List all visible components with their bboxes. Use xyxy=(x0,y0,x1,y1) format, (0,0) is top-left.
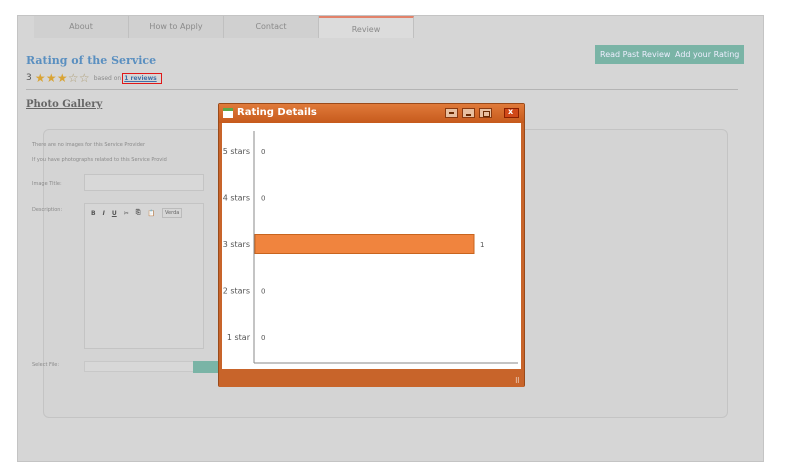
tab-about[interactable]: About xyxy=(34,16,129,38)
rating-title: Rating of the Service xyxy=(26,54,157,67)
star-empty-icon: ☆ xyxy=(78,71,90,85)
tab-bar: About How to Apply Contact Review xyxy=(34,16,414,38)
dialog-titlebar[interactable]: Rating Details xyxy=(219,104,524,123)
category-label: 1 star xyxy=(227,333,251,342)
image-title-label: Image Title: xyxy=(32,181,62,187)
category-label: 5 stars xyxy=(223,147,250,156)
value-label: 1 xyxy=(480,241,484,249)
rating-summary: 3 ★ ★ ★ ☆ ☆ based on 1 reviews xyxy=(26,71,162,85)
value-label: 0 xyxy=(261,287,265,295)
editor-toolbar: B I U ✂ ⎘ 📋 Verda xyxy=(85,204,203,222)
based-on-label: based on xyxy=(93,74,122,82)
category-label: 2 stars xyxy=(223,286,250,295)
tab-how-to-apply[interactable]: How to Apply xyxy=(129,16,224,38)
description-label: Description: xyxy=(32,207,63,213)
rating-value: 3 xyxy=(26,73,32,83)
bar[interactable] xyxy=(254,234,475,254)
italic-button[interactable]: I xyxy=(103,210,105,217)
dialog-footer: ⠿ xyxy=(219,369,524,387)
paste-icon[interactable]: 📋 xyxy=(148,210,155,217)
tab-review[interactable]: Review xyxy=(319,16,414,38)
cut-icon[interactable]: ✂ xyxy=(124,210,129,217)
rating-details-dialog: Rating Details 5 stars 0 4 stars 0 3 stars 1 2… xyxy=(218,103,525,387)
value-label: 0 xyxy=(261,195,265,203)
description-editor[interactable]: B I U ✂ ⎘ 📋 Verda xyxy=(84,203,204,349)
photographs-note: If you have photographs related to this … xyxy=(32,157,167,163)
window-icon xyxy=(223,108,233,118)
value-label: 0 xyxy=(261,334,265,342)
rating-bar-chart: 5 stars 0 4 stars 0 3 stars 1 2 stars 0 1 star 0 xyxy=(223,131,518,364)
tab-contact[interactable]: Contact xyxy=(224,16,319,38)
dialog-body: 5 stars 0 4 stars 0 3 stars 1 2 stars 0 1 star 0 xyxy=(222,123,521,369)
read-past-review-button[interactable]: Read Past Review xyxy=(595,45,676,64)
star-filled-icon: ★ xyxy=(34,71,46,85)
font-select[interactable]: Verda xyxy=(162,208,183,218)
photo-gallery-title: Photo Gallery xyxy=(26,99,103,110)
star-empty-icon: ☆ xyxy=(67,71,79,85)
resize-grip-icon[interactable]: ⠿ xyxy=(515,377,520,385)
underline-button[interactable]: U xyxy=(112,210,117,217)
maximize-icon[interactable] xyxy=(479,108,492,118)
minimize-icon[interactable] xyxy=(462,108,475,118)
category-label: 3 stars xyxy=(223,240,250,249)
select-file-label: Select File: xyxy=(32,362,60,368)
restore-icon[interactable] xyxy=(445,108,458,118)
no-images-note: There are no images for this Service Pro… xyxy=(32,142,146,148)
image-title-input[interactable] xyxy=(84,174,204,191)
close-icon[interactable] xyxy=(504,107,519,118)
value-label: 0 xyxy=(261,148,265,156)
reviews-link[interactable]: 1 reviews xyxy=(122,72,162,84)
category-label: 4 stars xyxy=(223,194,250,203)
divider xyxy=(26,89,738,90)
file-path-input[interactable] xyxy=(84,361,194,372)
star-filled-icon: ★ xyxy=(56,71,68,85)
add-rating-button[interactable]: Add your Rating xyxy=(670,45,745,64)
dialog-title: Rating Details xyxy=(237,107,317,118)
copy-icon[interactable]: ⎘ xyxy=(136,209,141,217)
bold-button[interactable]: B xyxy=(91,210,96,217)
star-filled-icon: ★ xyxy=(45,71,57,85)
